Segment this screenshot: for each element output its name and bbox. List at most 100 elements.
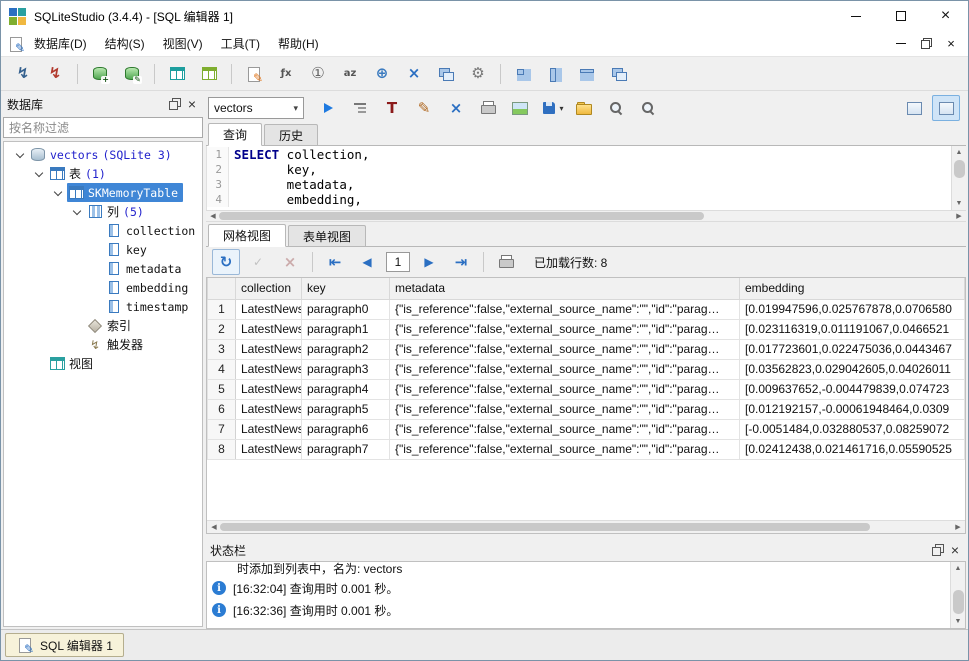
cell-metadata[interactable]: {"is_reference":false,"external_source_n… xyxy=(390,339,740,359)
editor-horizontal-scrollbar[interactable]: ◀ ▶ xyxy=(206,210,966,222)
expand-chevron-icon[interactable] xyxy=(10,153,29,157)
tree-item-indexes-group[interactable]: 索引 xyxy=(4,316,202,335)
minimize-button[interactable] xyxy=(833,1,878,31)
tree-item-column-metadata[interactable]: metadata xyxy=(4,259,202,278)
cell-key[interactable]: paragraph5 xyxy=(302,399,390,419)
edit-database-button[interactable]: ✎ xyxy=(118,61,146,87)
save-sql-dropdown-arrow-icon[interactable]: ▾ xyxy=(559,104,563,113)
cell-embedding[interactable]: [0.03562823,0.029042605,0.04026011 xyxy=(740,359,965,379)
tree-item-column-key[interactable]: key xyxy=(4,240,202,259)
database-combo[interactable]: vectors ▾ xyxy=(208,97,304,119)
cell-embedding[interactable]: [0.023116319,0.011191067,0.0466521 xyxy=(740,319,965,339)
editor-tab-history[interactable]: 历史 xyxy=(264,124,318,145)
create-view-button[interactable] xyxy=(195,61,223,87)
mdi-minimize-button[interactable] xyxy=(890,35,912,53)
cell-collection[interactable]: LatestNews xyxy=(236,439,302,459)
execute-query-button[interactable] xyxy=(314,95,342,121)
row-number-cell[interactable]: 3 xyxy=(208,339,236,359)
scroll-up-arrow-icon[interactable]: ▲ xyxy=(952,147,966,158)
cell-key[interactable]: paragraph1 xyxy=(302,319,390,339)
tile-windows-vertically-button[interactable] xyxy=(573,61,601,87)
grid-horizontal-scrollbar[interactable]: ◀ ▶ xyxy=(207,520,965,533)
scroll-left-arrow-icon[interactable]: ◀ xyxy=(207,211,219,222)
menu-item-database[interactable]: 数据库(D) xyxy=(26,31,95,56)
status-panel-close-button[interactable]: × xyxy=(946,542,964,558)
scroll-right-arrow-icon[interactable]: ▶ xyxy=(953,211,965,222)
cell-embedding[interactable]: [0.019947596,0.025767878,0.0706580 xyxy=(740,299,965,319)
open-functions-editor-button[interactable]: ƒx xyxy=(272,61,300,87)
cell-metadata[interactable]: {"is_reference":false,"external_source_n… xyxy=(390,419,740,439)
restore-session-button[interactable] xyxy=(432,61,460,87)
cell-metadata[interactable]: {"is_reference":false,"external_source_n… xyxy=(390,319,740,339)
query-text-mode-button[interactable]: T xyxy=(378,95,406,121)
tree-item-database-vectors[interactable]: vectors(SQLite 3) xyxy=(4,145,202,164)
tree-filter-input[interactable] xyxy=(3,117,203,138)
commit-changes-button[interactable]: ✓ xyxy=(244,249,272,275)
row-number-cell[interactable]: 4 xyxy=(208,359,236,379)
next-page-button[interactable]: ▶ xyxy=(415,249,443,275)
cell-collection[interactable]: LatestNews xyxy=(236,359,302,379)
open-language-settings-button[interactable]: az xyxy=(336,61,364,87)
cell-key[interactable]: paragraph7 xyxy=(302,439,390,459)
code-area[interactable]: 1SELECT collection,2 key,3 metadata,4 em… xyxy=(207,146,951,210)
row-number-cell[interactable]: 8 xyxy=(208,439,236,459)
cell-collection[interactable]: LatestNews xyxy=(236,339,302,359)
grid-hscrollbar-thumb[interactable] xyxy=(220,523,870,531)
mdi-restore-button[interactable] xyxy=(915,35,937,53)
create-table-button[interactable] xyxy=(163,61,191,87)
open-collations-editor-button[interactable]: ① xyxy=(304,61,332,87)
cell-key[interactable]: paragraph2 xyxy=(302,339,390,359)
editor-tab-query[interactable]: 查询 xyxy=(208,123,262,146)
scroll-right-arrow-icon[interactable]: ▶ xyxy=(952,522,964,533)
cell-key[interactable]: paragraph0 xyxy=(302,299,390,319)
editor-scrollbar-thumb[interactable] xyxy=(954,160,965,178)
cell-embedding[interactable]: [0.017723601,0.022475036,0.0443467 xyxy=(740,339,965,359)
tree-item-views-group[interactable]: 视图 xyxy=(4,354,202,373)
cell-collection[interactable]: LatestNews xyxy=(236,299,302,319)
first-page-button[interactable]: ⇤ xyxy=(321,249,349,275)
menu-item-tools[interactable]: 工具(T) xyxy=(213,31,268,56)
tile-windows-horizontally-button[interactable] xyxy=(541,61,569,87)
status-vertical-scrollbar[interactable]: ▲ ▼ xyxy=(950,562,965,628)
rollback-changes-button[interactable]: × xyxy=(276,249,304,275)
row-number-cell[interactable]: 2 xyxy=(208,319,236,339)
cell-metadata[interactable]: {"is_reference":false,"external_source_n… xyxy=(390,439,740,459)
scroll-up-arrow-icon[interactable]: ▲ xyxy=(951,563,965,574)
menu-item-structure[interactable]: 结构(S) xyxy=(97,31,153,56)
cell-embedding[interactable]: [0.02412438,0.021461716,0.05590525 xyxy=(740,439,965,459)
tree-item-column-embedding[interactable]: embedding xyxy=(4,278,202,297)
cell-metadata[interactable]: {"is_reference":false,"external_source_n… xyxy=(390,359,740,379)
disconnect-database-button[interactable]: ↯ xyxy=(41,61,69,87)
tree-item-column-timestamp[interactable]: timestamp xyxy=(4,297,202,316)
open-web-resources-button[interactable]: ⊕ xyxy=(368,61,396,87)
previous-page-button[interactable]: ◀ xyxy=(353,249,381,275)
expand-chevron-icon[interactable] xyxy=(48,191,67,195)
open-configuration-button[interactable]: ⚙ xyxy=(464,61,492,87)
cell-metadata[interactable]: {"is_reference":false,"external_source_n… xyxy=(390,379,740,399)
scroll-left-arrow-icon[interactable]: ◀ xyxy=(208,522,220,533)
cell-key[interactable]: paragraph3 xyxy=(302,359,390,379)
open-sql-editor-button[interactable] xyxy=(240,61,268,87)
databases-panel-close-button[interactable]: × xyxy=(183,96,201,112)
close-button[interactable]: × xyxy=(923,1,968,31)
cell-collection[interactable]: LatestNews xyxy=(236,399,302,419)
menu-item-view[interactable]: 视图(V) xyxy=(155,31,211,56)
save-sql-button[interactable]: ▾ xyxy=(538,95,566,121)
export-results-button[interactable] xyxy=(506,95,534,121)
cell-embedding[interactable]: [-0.0051484,0.032880537,0.08259072 xyxy=(740,419,965,439)
tree-item-columns-group[interactable]: 列(5) xyxy=(4,202,202,221)
cell-collection[interactable]: LatestNews xyxy=(236,319,302,339)
load-sql-file-button[interactable] xyxy=(570,95,598,121)
scroll-down-arrow-icon[interactable]: ▼ xyxy=(951,616,965,627)
sql-code-editor[interactable]: 1SELECT collection,2 key,3 metadata,4 em… xyxy=(206,146,966,210)
cell-embedding[interactable]: [0.012192157,-0.00061948464,0.0309 xyxy=(740,399,965,419)
cell-metadata[interactable]: {"is_reference":false,"external_source_n… xyxy=(390,399,740,419)
cell-collection[interactable]: LatestNews xyxy=(236,379,302,399)
layout-single-pane-button[interactable] xyxy=(900,95,928,121)
cell-collection[interactable]: LatestNews xyxy=(236,419,302,439)
explain-query-plan-button[interactable] xyxy=(346,95,374,121)
results-tab-grid-view[interactable]: 网格视图 xyxy=(208,224,286,247)
last-page-button[interactable]: ⇥ xyxy=(447,249,475,275)
find-replace-button[interactable] xyxy=(634,95,662,121)
edit-query-button[interactable]: ✎ xyxy=(410,95,438,121)
